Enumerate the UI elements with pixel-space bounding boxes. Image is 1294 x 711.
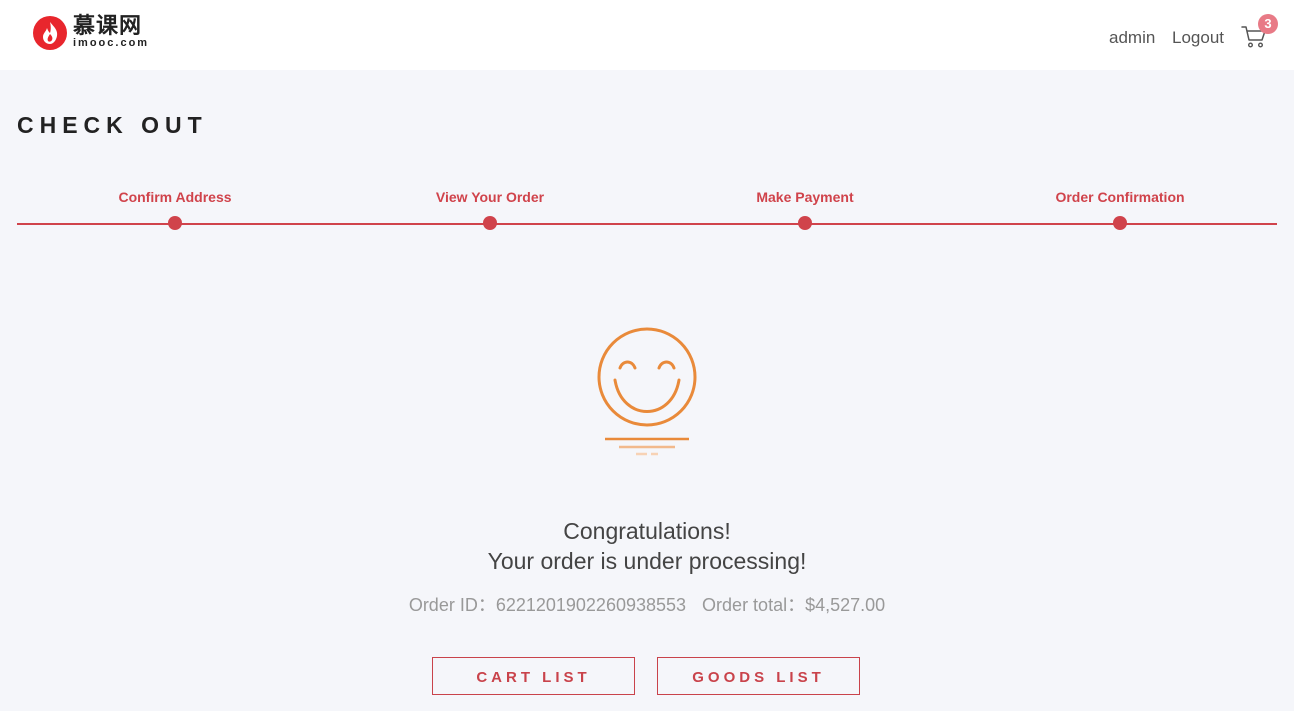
success-subtitle: Your order is under processing! [487, 548, 807, 574]
logo-text-en: imooc.com [73, 37, 150, 49]
logout-link[interactable]: Logout [1172, 27, 1224, 49]
order-id-value: 6221201902260938553 [495, 595, 687, 615]
cart-button[interactable]: 3 [1240, 14, 1278, 52]
page-title: CHECK OUT [17, 112, 208, 138]
flame-logo-icon [33, 16, 67, 50]
top-header: 慕课网 imooc.com admin Logout 3 [0, 0, 1294, 70]
step-confirm-address: Confirm Address [55, 185, 295, 230]
order-summary: Order ID：6221201902260938553 Order total：… [0, 592, 1294, 618]
order-total-value: $4,527.00 [805, 595, 886, 615]
step-label: View Your Order [435, 189, 545, 205]
step-order-confirmation: Order Confirmation [1000, 185, 1240, 230]
success-title: Congratulations! [563, 518, 731, 544]
checkout-stepper: Confirm Address View Your Order Make Pay… [17, 185, 1277, 235]
order-total-label: Order total： [702, 595, 806, 615]
logo-text-cn: 慕课网 [73, 13, 143, 38]
smiley-face-icon [592, 322, 702, 462]
step-label: Make Payment [756, 189, 854, 205]
cart-list-button[interactable]: CART LIST [432, 657, 635, 695]
order-id-label: Order ID： [408, 595, 496, 615]
goods-list-button[interactable]: GOODS LIST [657, 657, 860, 695]
step-dot [483, 216, 497, 230]
stepper-line [17, 223, 1277, 225]
step-label: Confirm Address [118, 189, 232, 205]
username-label[interactable]: admin [1109, 27, 1155, 49]
step-view-order: View Your Order [370, 185, 610, 230]
step-make-payment: Make Payment [685, 185, 925, 230]
cart-count-badge: 3 [1258, 14, 1278, 34]
site-logo[interactable]: 慕课网 imooc.com [33, 14, 163, 50]
step-label: Order Confirmation [1055, 189, 1185, 205]
step-dot [1113, 216, 1127, 230]
step-dot [168, 216, 182, 230]
step-dot [798, 216, 812, 230]
